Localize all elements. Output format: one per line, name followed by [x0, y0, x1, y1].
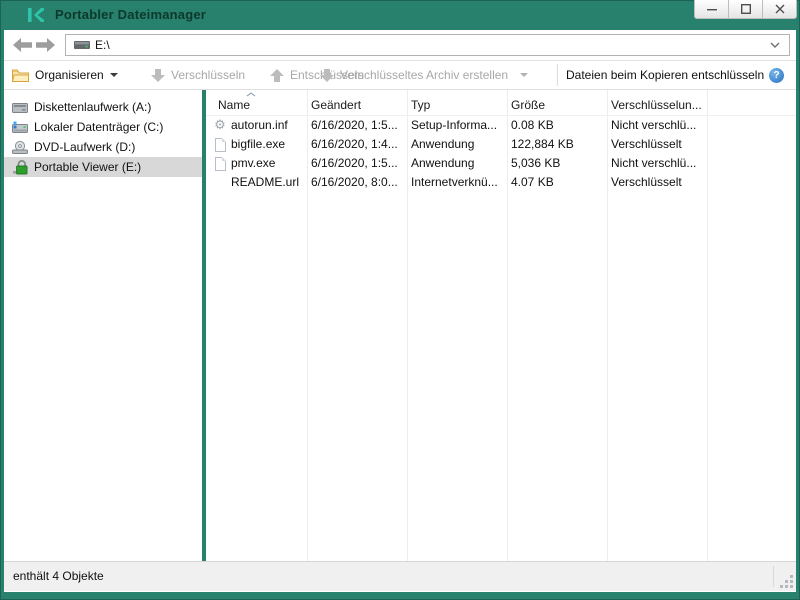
file-rows: ⚙ autorun.inf 6/16/2020, 1:5... Setup-In…	[206, 116, 796, 192]
organize-button[interactable]: Organisieren	[12, 61, 118, 89]
create-archive-label: Verschlüsseltes Archiv erstellen	[340, 68, 508, 82]
list-header: Name Geändert Typ Größe Verschlüsselun..…	[206, 90, 796, 116]
file-type-cell: Internetverknü...	[411, 173, 498, 192]
maximize-icon	[741, 4, 751, 14]
nav-bar: E:\	[4, 30, 796, 61]
file-encryption-cell: Nicht verschlü...	[611, 154, 696, 173]
kaspersky-logo-icon	[28, 8, 44, 22]
decrypt-on-copy-option: Dateien beim Kopieren entschlüsseln	[566, 61, 764, 89]
caret-down-icon	[520, 73, 528, 77]
file-size-cell: 4.07 KB	[511, 173, 554, 192]
column-header-size[interactable]: Größe	[511, 98, 545, 112]
file-icon	[212, 156, 228, 171]
floppy-drive-icon	[10, 101, 30, 113]
sidebar-item-label: Portable Viewer (E:)	[34, 160, 141, 174]
window-title: Portabler Dateimanager	[55, 0, 206, 30]
title-bar: Portabler Dateimanager	[0, 0, 800, 30]
gear-icon: ⚙	[212, 118, 228, 133]
decrypt-on-copy-label: Dateien beim Kopieren entschlüsseln	[566, 68, 764, 82]
minimize-button[interactable]	[694, 0, 729, 19]
file-modified-cell: 6/16/2020, 8:0...	[311, 173, 398, 192]
sidebar-item-drive-c[interactable]: Lokaler Datenträger (C:)	[4, 117, 202, 137]
file-name-cell: pmv.exe	[231, 154, 275, 173]
file-size-cell: 122,884 KB	[511, 135, 574, 154]
dvd-drive-icon	[10, 141, 30, 154]
arrow-up-icon	[270, 69, 284, 82]
file-icon	[212, 137, 228, 152]
caret-down-icon	[110, 73, 118, 77]
file-type-cell: Anwendung	[411, 135, 474, 154]
file-name-cell: README.url	[231, 173, 299, 192]
window-controls	[694, 0, 797, 19]
encrypt-label: Verschlüsseln	[171, 68, 245, 82]
minimize-icon	[707, 4, 717, 14]
file-icon-placeholder	[212, 175, 228, 190]
arrow-down-icon	[151, 69, 165, 82]
file-encryption-cell: Verschlüsselt	[611, 173, 682, 192]
status-text: enthält 4 Objekte	[13, 562, 104, 590]
column-header-modified[interactable]: Geändert	[311, 98, 361, 112]
file-type-cell: Setup-Informa...	[411, 116, 497, 135]
toolbar: Organisieren Verschlüsseln Entschlüsseln	[4, 61, 796, 90]
resize-grip[interactable]	[780, 575, 793, 588]
table-row[interactable]: README.url 6/16/2020, 8:0... Internetver…	[206, 173, 796, 192]
encrypt-button[interactable]: Verschlüsseln	[151, 61, 245, 89]
table-row[interactable]: pmv.exe 6/16/2020, 1:5... Anwendung 5,03…	[206, 154, 796, 173]
forward-icon	[36, 38, 55, 52]
file-size-cell: 0.08 KB	[511, 116, 554, 135]
sort-ascending-icon	[246, 92, 256, 97]
sidebar-item-drive-a[interactable]: Diskettenlaufwerk (A:)	[4, 97, 202, 117]
create-archive-button[interactable]: Verschlüsseltes Archiv erstellen	[320, 61, 528, 89]
column-header-type[interactable]: Typ	[411, 98, 430, 112]
status-bar: enthält 4 Objekte	[4, 561, 796, 591]
hard-drive-icon	[10, 121, 30, 133]
file-name-cell: autorun.inf	[231, 116, 288, 135]
file-encryption-cell: Nicht verschlü...	[611, 116, 696, 135]
table-row[interactable]: ⚙ autorun.inf 6/16/2020, 1:5... Setup-In…	[206, 116, 796, 135]
help-icon[interactable]: ?	[769, 68, 784, 83]
address-text: E:\	[95, 35, 110, 55]
file-size-cell: 5,036 KB	[511, 154, 560, 173]
address-bar[interactable]: E:\	[65, 34, 790, 56]
app-window: Portabler Dateimanager	[0, 0, 800, 600]
file-name-cell: bigfile.exe	[231, 135, 285, 154]
arrow-down-icon	[320, 69, 334, 82]
lock-icon	[10, 160, 30, 175]
toolbar-separator	[557, 64, 558, 86]
forward-button[interactable]	[34, 36, 56, 54]
status-separator	[773, 566, 774, 587]
sidebar: Diskettenlaufwerk (A:) Lokaler Datenträg…	[4, 90, 202, 561]
back-icon	[13, 38, 32, 52]
window-body: E:\ Organisieren	[4, 30, 796, 592]
maximize-button[interactable]	[728, 0, 763, 19]
drive-icon	[74, 41, 90, 49]
chevron-down-icon[interactable]	[770, 42, 780, 48]
sidebar-item-label: Lokaler Datenträger (C:)	[34, 120, 163, 134]
sidebar-item-label: Diskettenlaufwerk (A:)	[34, 100, 151, 114]
file-modified-cell: 6/16/2020, 1:4...	[311, 135, 398, 154]
column-header-encryption[interactable]: Verschlüsselun...	[611, 98, 702, 112]
back-button[interactable]	[11, 36, 33, 54]
file-list: Name Geändert Typ Größe Verschlüsselun..…	[206, 90, 796, 561]
column-header-name[interactable]: Name	[218, 98, 250, 112]
sidebar-item-drive-e[interactable]: Portable Viewer (E:)	[4, 157, 202, 177]
close-button[interactable]	[762, 0, 797, 19]
file-modified-cell: 6/16/2020, 1:5...	[311, 116, 398, 135]
file-encryption-cell: Verschlüsselt	[611, 135, 682, 154]
organize-label: Organisieren	[35, 68, 104, 82]
close-icon	[775, 4, 785, 14]
sidebar-item-drive-d[interactable]: DVD-Laufwerk (D:)	[4, 137, 202, 157]
main-area: Diskettenlaufwerk (A:) Lokaler Datenträg…	[4, 90, 796, 561]
folder-icon	[12, 69, 29, 82]
file-modified-cell: 6/16/2020, 1:5...	[311, 154, 398, 173]
table-row[interactable]: bigfile.exe 6/16/2020, 1:4... Anwendung …	[206, 135, 796, 154]
file-type-cell: Anwendung	[411, 154, 474, 173]
sidebar-item-label: DVD-Laufwerk (D:)	[34, 140, 135, 154]
